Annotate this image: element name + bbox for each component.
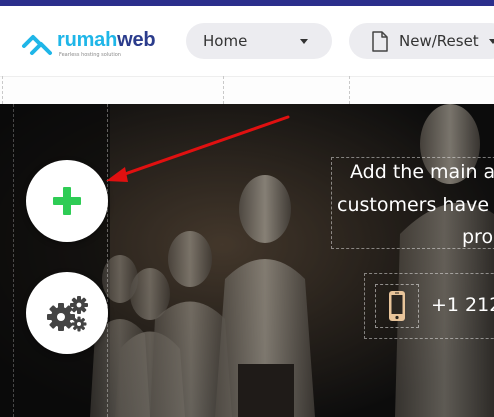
add-section-button[interactable] [26,160,108,242]
caret-down-icon [489,39,494,44]
hero-section [0,104,494,417]
new-reset-dropdown[interactable]: New/Reset [349,23,494,59]
logo-tagline: Fearless hosting solution [59,52,121,58]
gears-icon [47,296,88,332]
caret-down-icon [300,39,308,44]
rumahweb-logo[interactable]: rumahweb Fearless hosting solution [20,28,160,62]
column-guide [13,104,14,417]
hero-text-line: customers have [337,194,490,216]
phone-number: +1 212 [431,294,494,316]
column-guide [349,76,350,104]
hero-background-image [0,104,494,417]
hero-text-line: pro [462,226,494,248]
hero-text-line: Add the main a [350,161,494,183]
column-guide [107,104,108,417]
logo-wordmark: rumahweb [57,29,156,52]
home-dropdown-label: Home [203,32,248,50]
logo-word-web: web [117,29,156,51]
plus-icon [53,187,81,215]
settings-button[interactable] [26,272,108,354]
builder-header: rumahweb Fearless hosting solution Home … [0,6,494,76]
logo-mark-icon [22,35,52,55]
logo-word-rumah: rumah [57,29,118,51]
home-dropdown[interactable]: Home [186,23,332,59]
column-guide [2,76,3,104]
phone-icon-frame [375,284,419,328]
mobile-phone-icon [389,291,405,321]
column-guide [223,76,224,104]
new-reset-dropdown-label: New/Reset [399,32,479,50]
document-icon [372,30,388,52]
section-guide-strip [0,76,494,105]
